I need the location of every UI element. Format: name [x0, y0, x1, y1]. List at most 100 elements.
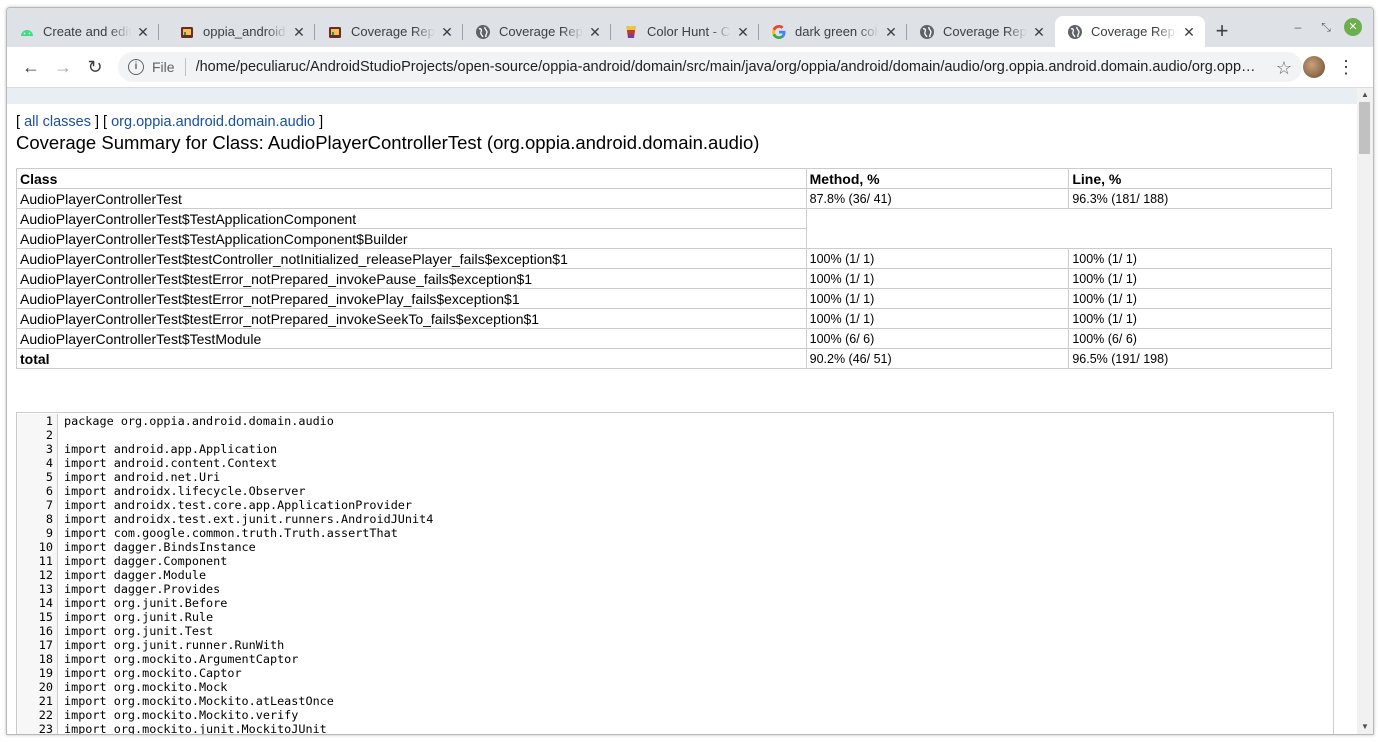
- line-number: 18: [17, 652, 58, 666]
- code-line: 9 import com.google.common.truth.Truth.as…: [17, 526, 1333, 540]
- source-text: import dagger.Component: [64, 554, 228, 568]
- source-text: import org.junit.runner.RunWith: [64, 638, 285, 652]
- browser-tab[interactable]: dark green color ✕: [759, 16, 907, 47]
- code-line: 17 import org.junit.runner.RunWith: [17, 638, 1333, 652]
- all-classes-link[interactable]: all classes: [24, 114, 91, 130]
- browser-window: Create and edit ✕ oppia_android ✕ Coverage R…: [6, 7, 1374, 735]
- breadcrumb: [ all classes ] [ org.oppia.android.doma…: [16, 114, 323, 130]
- line-number: 12: [17, 568, 58, 582]
- source-text: import org.mockito.ArgumentCaptor: [64, 652, 299, 666]
- source-text: import org.junit.Before: [64, 596, 228, 610]
- minimize-button[interactable]: –: [1289, 18, 1307, 36]
- source-text: import org.mockito.Mockito.verify: [64, 708, 299, 722]
- class-name-cell: AudioPlayerControllerTest$TestApplicatio…: [16, 228, 807, 249]
- android-icon: [19, 24, 35, 40]
- page-content: [ all classes ] [ org.oppia.android.doma…: [7, 88, 1357, 734]
- class-name-cell: AudioPlayerControllerTest$testError_notP…: [16, 288, 807, 309]
- line-number: 9: [17, 526, 58, 540]
- total-method-cell: 90.2% (46/ 51): [805, 348, 1070, 369]
- scroll-down-arrow-icon[interactable]: ▼: [1357, 720, 1373, 734]
- code-line: 7 import androidx.test.core.app.Applicati…: [17, 498, 1333, 512]
- browser-tab[interactable]: Coverage Report ✕: [1055, 16, 1205, 47]
- browser-toolbar: ← → ↻ i File /home/peculiaruc/AndroidStu…: [7, 47, 1373, 88]
- source-text: import dagger.Provides: [64, 582, 221, 596]
- line-column-header: Line, %: [1068, 168, 1332, 189]
- address-bar[interactable]: i File /home/peculiaruc/AndroidStudioPro…: [118, 52, 1302, 82]
- tab-close-icon[interactable]: ✕: [883, 24, 899, 40]
- line-number: 17: [17, 638, 58, 652]
- line-number: 10: [17, 540, 58, 554]
- source-text: import com.google.common.truth.Truth.ass…: [64, 526, 398, 540]
- window-close-button[interactable]: ✕: [1344, 18, 1362, 36]
- method-coverage-cell: 100% (6/ 6): [805, 328, 1070, 349]
- line-coverage-cell: [1069, 229, 1332, 249]
- vertical-scrollbar[interactable]: ▲ ▼: [1357, 88, 1373, 734]
- table-row: AudioPlayerControllerTest$TestModule 100%…: [16, 328, 1332, 349]
- tab-close-icon[interactable]: ✕: [587, 24, 603, 40]
- tab-close-icon[interactable]: ✕: [291, 24, 307, 40]
- reload-icon[interactable]: ↻: [83, 55, 107, 79]
- code-line: 13 import dagger.Provides: [17, 582, 1333, 596]
- browser-tab[interactable]: oppia_android ✕: [167, 16, 315, 47]
- back-arrow-icon[interactable]: ←: [19, 55, 43, 79]
- browser-tab[interactable]: Coverage Report ✕: [463, 16, 611, 47]
- class-column-header: Class: [16, 168, 807, 189]
- table-row: AudioPlayerControllerTest$testError_notP…: [16, 268, 1332, 289]
- tab-close-icon[interactable]: ✕: [135, 24, 151, 40]
- browser-tab[interactable]: Color Hunt - Color ✕: [611, 16, 759, 47]
- source-text: import dagger.Module: [64, 568, 207, 582]
- code-line: 11 import dagger.Component: [17, 554, 1333, 568]
- source-text: import android.app.Application: [64, 442, 278, 456]
- tab-title: Coverage Report: [943, 24, 1027, 39]
- kebab-menu-icon[interactable]: ⋮: [1337, 55, 1355, 79]
- method-coverage-cell: 100% (1/ 1): [805, 248, 1070, 269]
- method-column-header: Method, %: [805, 168, 1070, 189]
- tab-title: Coverage Report: [1091, 24, 1177, 39]
- profile-avatar[interactable]: [1303, 56, 1325, 78]
- code-line: 12 import dagger.Module: [17, 568, 1333, 582]
- tab-close-icon[interactable]: ✕: [1031, 24, 1047, 40]
- scrollbar-thumb[interactable]: [1359, 102, 1370, 154]
- page-title: Coverage Summary for Class: AudioPlayerC…: [16, 132, 760, 153]
- url-text[interactable]: /home/peculiaruc/AndroidStudioProjects/o…: [196, 59, 1256, 75]
- bookmark-star-icon[interactable]: ☆: [1276, 58, 1292, 79]
- source-text: import org.junit.Test: [64, 624, 214, 638]
- line-number: 7: [17, 498, 58, 512]
- browser-tab[interactable]: Create and edit ✕: [7, 16, 159, 47]
- tab-title: dark green color: [795, 24, 879, 39]
- globe-icon: [1067, 24, 1083, 40]
- restore-button[interactable]: ⤡: [1317, 18, 1335, 36]
- code-line: 16 import org.junit.Test: [17, 624, 1333, 638]
- page-top-band: [7, 88, 1357, 104]
- class-name-cell: AudioPlayerControllerTest$TestModule: [16, 328, 807, 349]
- oppia-icon: [179, 24, 195, 40]
- line-coverage-cell: 100% (1/ 1): [1068, 248, 1332, 269]
- method-coverage-cell: [806, 209, 1069, 229]
- tab-close-icon[interactable]: ✕: [1181, 24, 1197, 40]
- source-text: package org.oppia.android.domain.audio: [64, 414, 334, 428]
- forward-arrow-icon[interactable]: →: [51, 55, 75, 79]
- code-line: 5 import android.net.Uri: [17, 470, 1333, 484]
- code-line: 22 import org.mockito.Mockito.verify: [17, 708, 1333, 722]
- line-number: 23: [17, 722, 58, 734]
- tab-title: Coverage Report: [351, 24, 435, 39]
- browser-tab[interactable]: Coverage Report ✕: [907, 16, 1055, 47]
- class-name-cell: AudioPlayerControllerTest$TestApplicatio…: [16, 208, 807, 229]
- info-icon[interactable]: i: [128, 59, 144, 75]
- oppia-icon: [327, 24, 343, 40]
- code-line: 3 import android.app.Application: [17, 442, 1333, 456]
- tab-close-icon[interactable]: ✕: [735, 24, 751, 40]
- line-number: 22: [17, 708, 58, 722]
- browser-tab[interactable]: Coverage Report ✕: [315, 16, 463, 47]
- source-text: import android.content.Context: [64, 456, 278, 470]
- line-number: 5: [17, 470, 58, 484]
- line-coverage-cell: [1069, 209, 1332, 229]
- line-number: 4: [17, 456, 58, 470]
- scroll-up-arrow-icon[interactable]: ▲: [1357, 88, 1373, 102]
- source-text: import org.mockito.junit.MockitoJUnit: [64, 722, 327, 734]
- colorhunt-icon: [623, 24, 639, 40]
- line-number: 14: [17, 596, 58, 610]
- tab-close-icon[interactable]: ✕: [439, 24, 455, 40]
- new-tab-button[interactable]: +: [1210, 20, 1234, 44]
- package-link[interactable]: org.oppia.android.domain.audio: [111, 114, 315, 130]
